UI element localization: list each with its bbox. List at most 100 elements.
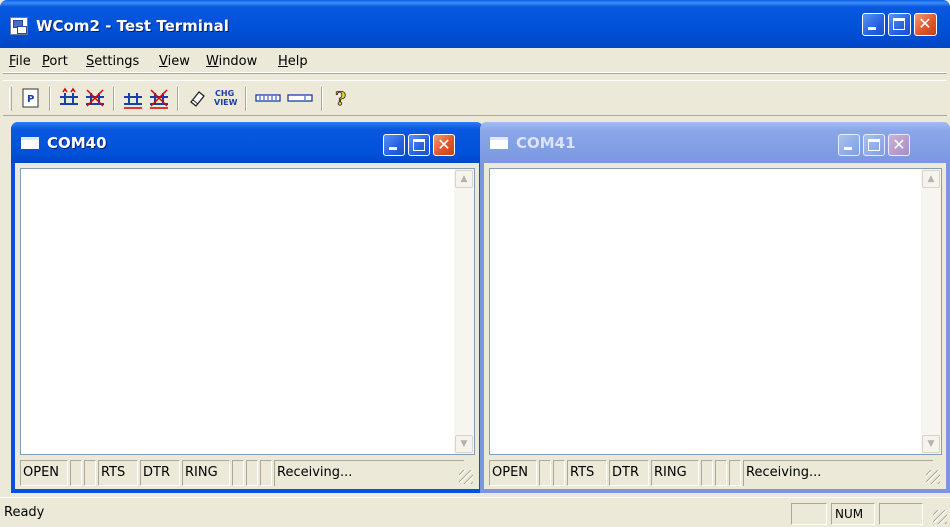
- child-title-bar[interactable]: COM41 ✕: [480, 122, 950, 163]
- status-indicator: [232, 460, 244, 486]
- properties-button[interactable]: P: [19, 86, 43, 110]
- child-window-com40[interactable]: COM40 ✕ ▲ ▼ OPEN RTS DTR RING Receiving.…: [11, 122, 483, 493]
- scroll-down-icon[interactable]: ▼: [455, 435, 473, 453]
- toolbar-separator: [321, 87, 323, 111]
- menu-view[interactable]: View: [159, 54, 190, 69]
- child-close-button[interactable]: ✕: [433, 134, 455, 156]
- minimize-icon: [868, 27, 876, 30]
- maximize-icon: [413, 139, 425, 151]
- maximize-icon: [893, 18, 905, 30]
- text-view-button[interactable]: [285, 86, 315, 110]
- toolbar-separator: [113, 87, 115, 111]
- status-receiving: Receiving...: [274, 460, 464, 486]
- status-receiving: Receiving...: [743, 460, 933, 486]
- status-indicator: [246, 460, 258, 486]
- status-indicator: [70, 460, 82, 486]
- status-indicator: [84, 460, 96, 486]
- connect-all-icon: [124, 93, 142, 109]
- close-button[interactable]: ✕: [914, 13, 937, 36]
- port-status-bar: OPEN RTS DTR RING Receiving...: [489, 460, 942, 486]
- child-close-button[interactable]: ✕: [888, 134, 910, 156]
- hex-view-icon: [255, 94, 281, 102]
- toolbar: P CHG VIEW ?: [3, 80, 947, 116]
- menu-port[interactable]: Port: [42, 54, 68, 69]
- child-minimize-button[interactable]: [838, 134, 860, 156]
- menu-bar: File Port Settings View Window Help: [3, 51, 947, 73]
- main-title-bar[interactable]: WCom2 - Test Terminal ✕: [0, 0, 950, 48]
- child-window-icon: [490, 137, 508, 149]
- hex-view-button[interactable]: [253, 86, 283, 110]
- clear-button[interactable]: [185, 86, 209, 110]
- app-icon[interactable]: [10, 17, 28, 35]
- toolbar-separator: [245, 87, 247, 111]
- terminal-output[interactable]: ▲ ▼: [489, 168, 942, 455]
- status-caps-pane: [791, 503, 827, 525]
- toolbar-separator: [49, 87, 51, 111]
- svg-text:P: P: [27, 94, 34, 105]
- status-num-pane: NUM: [831, 503, 875, 525]
- status-dtr: DTR: [140, 460, 180, 486]
- connect-button[interactable]: [57, 86, 81, 110]
- close-icon: ✕: [892, 135, 906, 154]
- properties-icon: P: [22, 88, 39, 108]
- connect-icon: [60, 87, 78, 105]
- disconnect-button[interactable]: [83, 86, 107, 110]
- scroll-up-icon[interactable]: ▲: [455, 170, 473, 188]
- svg-text:VIEW: VIEW: [214, 98, 238, 107]
- child-title-bar[interactable]: COM40 ✕: [11, 122, 483, 163]
- status-indicator: [715, 460, 727, 486]
- child-maximize-button[interactable]: [863, 134, 885, 156]
- terminal-output[interactable]: ▲ ▼: [20, 168, 475, 455]
- help-button[interactable]: ?: [329, 86, 353, 111]
- resize-grip-icon[interactable]: [933, 510, 947, 524]
- child-title: COM40: [47, 134, 107, 152]
- child-minimize-button[interactable]: [383, 134, 405, 156]
- status-open: OPEN: [489, 460, 537, 486]
- menu-file[interactable]: File: [9, 54, 31, 69]
- svg-text:CHG: CHG: [215, 89, 234, 98]
- text-view-icon: [287, 94, 313, 102]
- resize-grip-icon[interactable]: [926, 470, 940, 484]
- close-icon: ✕: [437, 135, 451, 154]
- status-indicator: [539, 460, 551, 486]
- status-indicator: [553, 460, 565, 486]
- vertical-scrollbar[interactable]: ▲ ▼: [921, 169, 941, 454]
- help-icon: ?: [335, 88, 347, 111]
- child-maximize-button[interactable]: [408, 134, 430, 156]
- menu-settings[interactable]: Settings: [86, 54, 139, 69]
- child-window-com41[interactable]: COM41 ✕ ▲ ▼ OPEN RTS DTR RING Receiving.…: [480, 122, 950, 493]
- toolbar-grip[interactable]: [9, 87, 12, 111]
- scroll-down-icon[interactable]: ▼: [922, 435, 940, 453]
- menu-help[interactable]: Help: [278, 54, 308, 69]
- connect-all-button[interactable]: [121, 86, 145, 110]
- child-window-icon: [21, 137, 39, 149]
- disconnect-all-button[interactable]: [147, 86, 171, 110]
- status-indicator: [701, 460, 713, 486]
- main-status-bar: Ready NUM: [0, 497, 950, 527]
- status-scrl-pane: [879, 503, 923, 525]
- window-title: WCom2 - Test Terminal: [36, 17, 229, 35]
- status-open: OPEN: [20, 460, 68, 486]
- maximize-button[interactable]: [888, 13, 911, 36]
- toolbar-separator: [177, 87, 179, 111]
- minimize-icon: [844, 147, 852, 150]
- scroll-up-icon[interactable]: ▲: [922, 170, 940, 188]
- disconnect-all-icon: [150, 89, 168, 109]
- status-ring: RING: [651, 460, 699, 486]
- resize-grip-icon[interactable]: [459, 470, 473, 484]
- status-indicator: [729, 460, 741, 486]
- status-dtr: DTR: [609, 460, 649, 486]
- minimize-icon: [389, 147, 397, 150]
- status-ready: Ready: [4, 505, 45, 520]
- maximize-icon: [868, 139, 880, 151]
- child-body: ▲ ▼ OPEN RTS DTR RING Receiving...: [484, 163, 946, 489]
- vertical-scrollbar[interactable]: ▲ ▼: [454, 169, 474, 454]
- close-icon: ✕: [918, 14, 932, 33]
- eraser-icon: [190, 91, 205, 107]
- menu-window[interactable]: Window: [206, 54, 257, 69]
- change-view-button[interactable]: CHG VIEW: [211, 86, 241, 110]
- minimize-button[interactable]: [862, 13, 885, 36]
- status-rts: RTS: [567, 460, 607, 486]
- port-status-bar: OPEN RTS DTR RING Receiving...: [20, 460, 475, 486]
- disconnect-icon: [86, 89, 104, 107]
